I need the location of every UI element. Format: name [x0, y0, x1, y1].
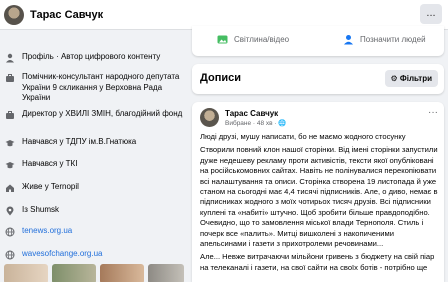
photo-icon — [217, 34, 228, 45]
intro-item-website-1: tenews.org.ua — [4, 226, 72, 237]
intro-text: Живе у Ternopil — [22, 182, 79, 191]
featured-photo[interactable] — [4, 264, 48, 282]
tag-people-label: Позначити людей — [360, 35, 426, 44]
post-meta[interactable]: Вибране · 48 хв · 🌐 — [225, 119, 287, 127]
post-paragraph: Але... Невже витрачаючи мільйони гривень… — [200, 252, 435, 272]
post-card: Тарас Савчук Вибране · 48 хв · 🌐 ··· Люд… — [192, 102, 444, 282]
intro-text: Помічник-консультант народного депутата … — [22, 72, 180, 102]
featured-photo[interactable] — [52, 264, 96, 282]
graduation-cap-icon — [4, 137, 15, 148]
post-options-icon[interactable]: ··· — [428, 107, 438, 118]
intro-item-from: Із Shumsk — [4, 205, 59, 216]
graduation-cap-icon — [4, 159, 15, 170]
globe-icon — [4, 249, 15, 260]
intro-text: Із Shumsk — [22, 205, 60, 214]
tag-person-icon — [343, 34, 354, 45]
post-paragraph: Люді друзі, мушу написати, бо не маємо ж… — [200, 132, 406, 141]
profile-name[interactable]: Тарас Савчук — [30, 9, 103, 21]
posts-title: Дописи — [200, 72, 241, 84]
intro-item-education-1: Навчався у ТДПУ ім.В.Гнатюка — [4, 137, 136, 148]
globe-icon — [4, 226, 15, 237]
intro-item-lives-in: Живе у Ternopil — [4, 182, 79, 193]
filters-label: Фільтри — [399, 74, 432, 83]
intro-item-work-1: Помічник-консультант народного депутата … — [4, 72, 184, 104]
create-post-card: Світлина/відео Позначити людей — [192, 26, 444, 56]
intro-text: Профіль · Автор цифрового контенту — [22, 52, 161, 61]
intro-item-education-2: Навчався у ТКІ — [4, 159, 77, 170]
intro-item-website-2: wavesofchange.org.ua — [4, 249, 103, 260]
filter-icon: ⚙ — [390, 74, 398, 83]
avatar[interactable] — [200, 108, 219, 127]
featured-photo[interactable] — [100, 264, 144, 282]
tag-people-button[interactable]: Позначити людей — [343, 34, 426, 45]
briefcase-icon — [4, 109, 15, 120]
website-link[interactable]: tenews.org.ua — [22, 226, 72, 237]
post-body: Люді друзі, мушу написати, бо не маємо ж… — [200, 132, 440, 276]
intro-text: Навчався у ТДПУ ім.В.Гнатюка — [22, 137, 137, 146]
website-link[interactable]: wavesofchange.org.ua — [22, 249, 103, 260]
intro-item-work-2: Директор у ХВИЛІ ЗМІН, благодійний фонд — [4, 109, 184, 120]
featured-photos — [4, 264, 184, 282]
intro-item-profile: Профіль · Автор цифрового контенту — [4, 52, 160, 63]
featured-photo[interactable] — [148, 264, 184, 282]
more-options-button[interactable]: ... — [420, 4, 442, 24]
posts-header-card: Дописи ⚙ Фільтри — [192, 64, 444, 94]
intro-section: Профіль · Автор цифрового контенту Поміч… — [0, 30, 185, 282]
post-paragraph: Створили повний клон нашої сторінки. Від… — [200, 145, 438, 249]
filters-button[interactable]: ⚙ Фільтри — [384, 70, 438, 87]
intro-text: Директор у ХВИЛІ ЗМІН, благодійний фонд — [22, 109, 183, 118]
intro-text: Навчався у ТКІ — [22, 159, 78, 168]
photo-video-button[interactable]: Світлина/відео — [217, 34, 289, 45]
home-icon — [4, 182, 15, 193]
person-icon — [4, 52, 15, 63]
location-icon — [4, 205, 15, 216]
photo-video-label: Світлина/відео — [234, 35, 290, 44]
avatar[interactable] — [4, 5, 24, 25]
post-author[interactable]: Тарас Савчук — [225, 109, 278, 118]
briefcase-icon — [4, 72, 15, 83]
